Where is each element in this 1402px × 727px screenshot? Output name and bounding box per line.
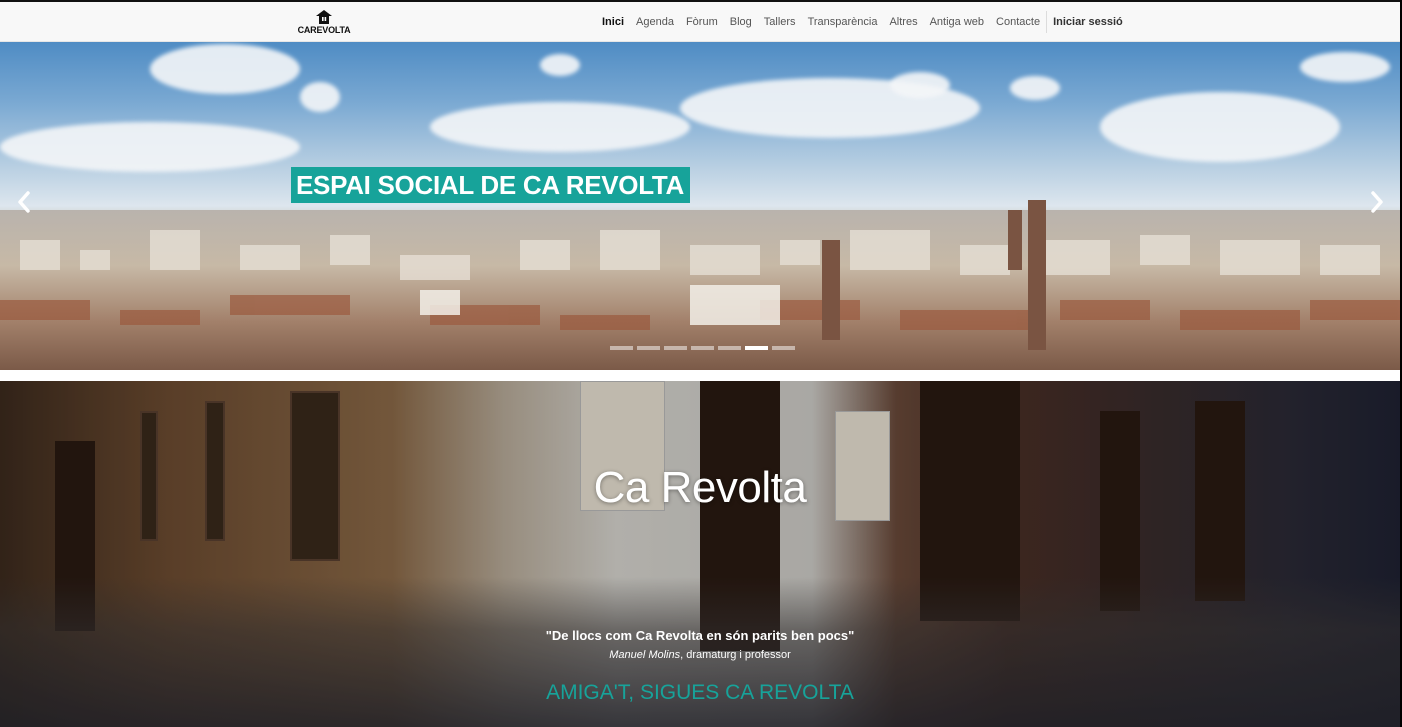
cityscape [0, 200, 1400, 370]
main-nav: Inici Agenda Fòrum Blog Tallers Transpar… [596, 2, 1129, 42]
carousel-indicator[interactable] [610, 346, 633, 350]
nav-item-tallers[interactable]: Tallers [758, 2, 802, 42]
carousel-indicator[interactable] [772, 346, 795, 350]
nav-item-blog[interactable]: Blog [724, 2, 758, 42]
chevron-left-icon [18, 191, 30, 213]
membership-cta-link[interactable]: AMIGA'T, SIGUES CA REVOLTA [0, 679, 1400, 707]
section-divider [0, 370, 1400, 381]
page: CAREVOLTA Inici Agenda Fòrum Blog Taller… [0, 0, 1402, 727]
cloud [300, 82, 340, 112]
carousel-indicator[interactable] [691, 346, 714, 350]
chevron-right-icon [1371, 191, 1383, 213]
logo-text: CAREVOLTA [297, 25, 351, 35]
nav-item-agenda[interactable]: Agenda [630, 2, 680, 42]
navbar: CAREVOLTA Inici Agenda Fòrum Blog Taller… [0, 0, 1400, 42]
banner-quote: "De llocs com Ca Revolta en són parits b… [545, 628, 855, 643]
quote-author-role: , dramaturg i professor [680, 649, 791, 661]
nav-item-forum[interactable]: Fòrum [680, 2, 724, 42]
nav-item-contacte[interactable]: Contacte [990, 2, 1046, 42]
banner-quote-author: Manuel Molins, dramaturg i professor [0, 647, 1400, 663]
carousel-next-button[interactable] [1365, 190, 1389, 218]
carousel-prev-button[interactable] [12, 190, 36, 218]
nav-item-altres[interactable]: Altres [883, 2, 923, 42]
banner-title: Ca Revolta [593, 463, 807, 512]
carousel-indicators [610, 346, 795, 350]
hero-carousel: ESPAI SOCIAL DE CA REVOLTA [0, 42, 1400, 370]
nav-item-antiga-web[interactable]: Antiga web [924, 2, 990, 42]
cloud [430, 102, 690, 152]
quote-author-name: Manuel Molins [609, 649, 681, 661]
cloud [150, 44, 300, 94]
carousel-indicator[interactable] [637, 346, 660, 350]
cloud [1010, 76, 1060, 100]
logo[interactable]: CAREVOLTA [294, 10, 354, 38]
banner-overlay [0, 381, 1400, 727]
carousel-indicator[interactable] [664, 346, 687, 350]
carousel-indicator[interactable] [718, 346, 741, 350]
cloud [1300, 52, 1390, 82]
cloud [540, 54, 580, 76]
cloud [890, 72, 950, 98]
nav-item-transparencia[interactable]: Transparència [802, 2, 884, 42]
about-banner: Ca Revolta "De llocs com Ca Revolta en s… [0, 381, 1400, 727]
house-logo-icon [316, 10, 332, 24]
cloud [0, 122, 300, 172]
nav-item-inici[interactable]: Inici [596, 2, 630, 42]
login-link[interactable]: Iniciar sessió [1047, 2, 1129, 42]
carousel-indicator-active[interactable] [745, 346, 768, 350]
hero-slide-title: ESPAI SOCIAL DE CA REVOLTA [291, 167, 691, 203]
cloud [1100, 92, 1340, 162]
